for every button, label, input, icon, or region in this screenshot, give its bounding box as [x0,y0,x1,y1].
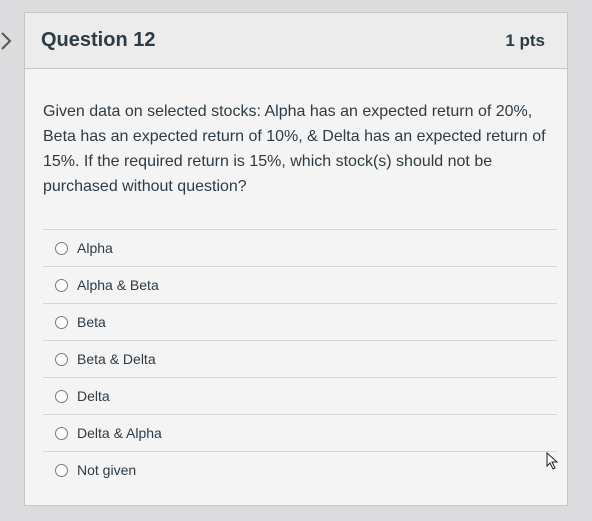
radio-unselected-icon[interactable] [55,463,68,477]
answer-option-beta-delta[interactable]: Beta & Delta [43,340,557,377]
answer-label: Delta [77,388,110,404]
answer-label: Alpha & Beta [77,277,159,293]
answer-label: Beta & Delta [77,351,156,367]
question-points: 1 pts [505,30,545,50]
question-text: Given data on selected stocks: Alpha has… [43,103,546,195]
answer-label: Not given [77,462,137,478]
mouse-pointer-icon [546,452,559,470]
question-title: Question 12 [41,29,156,51]
radio-unselected-icon[interactable] [55,241,68,255]
answer-label: Beta [77,314,106,330]
answer-label: Delta & Alpha [77,425,162,441]
answer-option-delta-alpha[interactable]: Delta & Alpha [43,414,557,451]
radio-unselected-icon[interactable] [55,426,68,440]
chevron-right-icon[interactable] [0,30,14,52]
answer-option-beta[interactable]: Beta [43,303,557,340]
answer-list: Alpha Alpha & Beta Beta Beta & Delta Del… [25,229,567,488]
radio-unselected-icon[interactable] [55,352,68,366]
question-card: Question 12 1 pts Given data on selected… [24,12,568,506]
radio-unselected-icon[interactable] [55,315,68,329]
answer-option-delta[interactable]: Delta [43,377,557,414]
radio-unselected-icon[interactable] [55,278,68,292]
answer-option-not-given[interactable]: Not given [43,451,557,488]
answer-option-alpha[interactable]: Alpha [43,229,557,266]
answer-label: Alpha [77,240,113,256]
radio-unselected-icon[interactable] [55,389,68,403]
question-header: Question 12 1 pts [25,13,567,69]
answer-option-alpha-beta[interactable]: Alpha & Beta [43,266,557,303]
